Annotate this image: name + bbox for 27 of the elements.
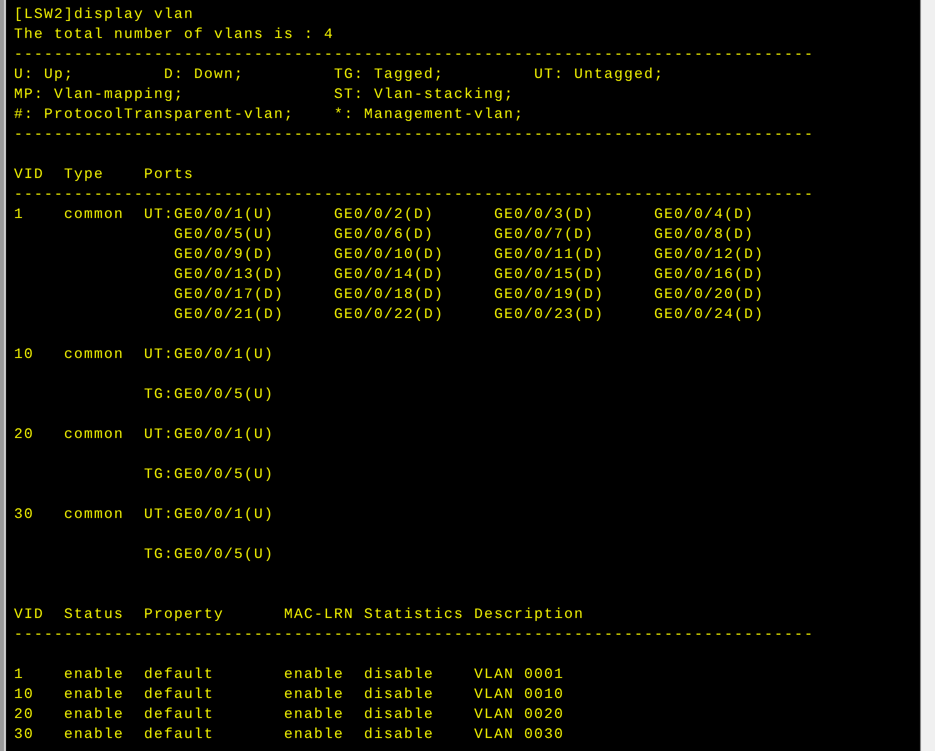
terminal-line: U: Up; D: Down; TG: Tagged; UT: Untagged; — [14, 66, 664, 85]
terminal-line: TG:GE0/0/5(U) — [143, 386, 274, 405]
terminal-line: -------------------------------------------------------------------------------- — [14, 626, 814, 645]
terminal-line: 30 common UT:GE0/0/1(U) — [14, 506, 274, 525]
terminal-line: 20 common UT:GE0/0/1(U) — [14, 426, 274, 445]
terminal-line: GE0/0/9(D) GE0/0/10(D) GE0/0/11(D) GE0/0/12(D) — [173, 246, 764, 265]
terminal-line: TG:GE0/0/5(U) — [143, 546, 274, 565]
terminal-line: MP: Vlan-mapping; ST: Vlan-stacking; — [14, 86, 514, 105]
terminal-line: GE0/0/21(D) GE0/0/22(D) GE0/0/23(D) GE0/0/24(D) — [173, 306, 764, 325]
terminal-line: TG:GE0/0/5(U) — [143, 466, 274, 485]
terminal-line: 10 enable default enable disable VLAN 0010 — [14, 686, 564, 705]
terminal-line: VID Type Ports — [14, 166, 194, 185]
terminal-line: GE0/0/17(D) GE0/0/18(D) GE0/0/19(D) GE0/0/20(D) — [173, 286, 764, 305]
terminal-line: -------------------------------------------------------------------------------- — [14, 186, 814, 205]
terminal-line: -------------------------------------------------------------------------------- — [14, 46, 814, 65]
terminal-line: The total number of vlans is : 4 — [14, 26, 334, 45]
terminal-line: VID Status Property MAC-LRN Statistics Description — [14, 606, 584, 625]
terminal-line: 20 enable default enable disable VLAN 0020 — [14, 706, 564, 725]
terminal-line: 30 enable default enable disable VLAN 0030 — [14, 726, 564, 745]
terminal-line: 1 common UT:GE0/0/1(U) GE0/0/2(D) GE0/0/3(D) GE0/0/4(D) — [14, 206, 754, 225]
terminal-line: 1 enable default enable disable VLAN 0001 — [14, 666, 564, 685]
terminal-line: 10 common UT:GE0/0/1(U) — [14, 346, 274, 365]
terminal-line: GE0/0/5(U) GE0/0/6(D) GE0/0/7(D) GE0/0/8(D) — [173, 226, 754, 245]
terminal-line: [LSW2]display vlan — [14, 6, 194, 25]
terminal-line: #: ProtocolTransparent-vlan; *: Management-vlan; — [14, 106, 524, 125]
terminal-line: GE0/0/13(D) GE0/0/14(D) GE0/0/15(D) GE0/0/16(D) — [173, 266, 764, 285]
terminal-line: -------------------------------------------------------------------------------- — [14, 126, 814, 145]
